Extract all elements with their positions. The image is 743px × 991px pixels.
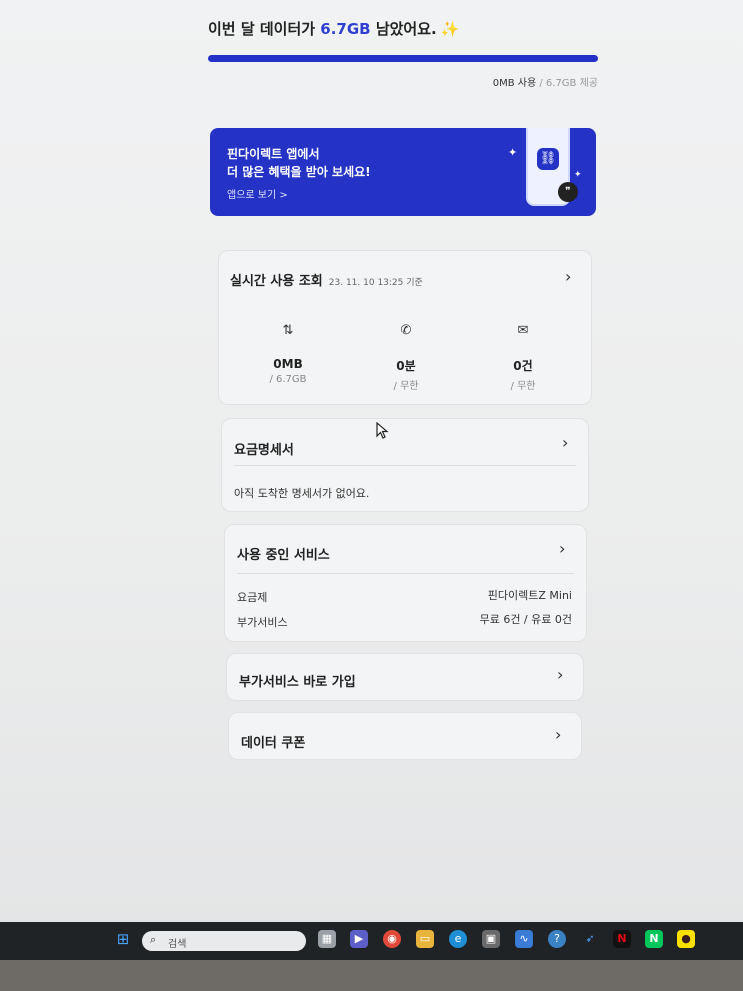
app-promo-banner[interactable]: 핀다이렉트 앱에서 더 많은 혜택을 받아 보세요! 앱으로 보기 > ✦ ⛓ … — [210, 128, 596, 216]
stat-limit: / 무한 — [393, 381, 419, 392]
plan-value: 핀다이렉트Z Mini — [487, 589, 572, 602]
windows-taskbar — [0, 922, 743, 960]
bird-app-icon[interactable]: ➶ — [581, 930, 599, 948]
naver-icon[interactable]: N — [645, 930, 663, 948]
remaining-amount: 6.7GB — [320, 20, 371, 38]
browser-viewport: 이번 달 데이터가 6.7GB 남았어요. ✨ 0MB 사용 / 6.7GB 제공… — [0, 0, 743, 930]
plan-label: 요금제 — [237, 591, 268, 604]
search-placeholder: 검색 — [168, 939, 187, 950]
mail-icon: ✉ — [517, 323, 529, 338]
chrome-icon[interactable]: ◉ — [383, 930, 401, 948]
usage-summary: 0MB 사용 / 6.7GB 제공 — [493, 74, 598, 89]
addon-signup-card[interactable]: 부가서비스 바로 가입 › — [226, 653, 584, 701]
phone-icon: ✆ — [400, 323, 412, 338]
addon-label: 부가서비스 — [237, 616, 288, 629]
stat-messages: ✉ 0건 / 무한 — [478, 323, 568, 392]
desk-surface — [0, 960, 743, 991]
bill-card[interactable]: 요금명세서 › 아직 도착한 명세서가 없어요. — [221, 418, 589, 512]
addon-signup-title: 부가서비스 바로 가입 — [239, 675, 356, 690]
sparkle-icon: ✦ — [574, 170, 582, 180]
meet-icon[interactable]: ▶ — [350, 930, 368, 948]
edge-icon[interactable]: e — [449, 930, 467, 948]
divider — [237, 573, 574, 574]
services-card[interactable]: 사용 중인 서비스 › 요금제 핀다이렉트Z Mini 부가서비스 무료 6건 … — [224, 524, 587, 642]
search-icon: ⌕ — [150, 933, 157, 946]
provided-label: / 6.7GB 제공 — [536, 78, 598, 89]
chevron-right-icon[interactable]: › — [555, 725, 561, 744]
headline-prefix: 이번 달 데이터가 — [208, 20, 321, 38]
chevron-right-icon[interactable]: › — [559, 539, 565, 558]
services-title: 사용 중인 서비스 — [237, 548, 330, 563]
data-remaining-headline: 이번 달 데이터가 6.7GB 남았어요. ✨ — [208, 18, 459, 39]
bill-empty-message: 아직 도착한 명세서가 없어요. — [234, 487, 370, 500]
chevron-right-icon[interactable]: › — [565, 267, 571, 286]
task-view-icon[interactable]: ▦ — [318, 930, 336, 948]
stat-limit: / 6.7GB — [269, 374, 307, 385]
bill-title: 요금명세서 — [234, 443, 294, 458]
realtime-usage-card[interactable]: 실시간 사용 조회 23. 11. 10 13:25 기준 › ⇅ 0MB / 6… — [218, 250, 592, 405]
stat-limit: / 무한 — [510, 381, 536, 392]
realtime-title-text: 실시간 사용 조회 — [230, 274, 323, 289]
stocks-icon[interactable]: ∿ — [515, 930, 533, 948]
headline-suffix: 남았어요. — [370, 20, 437, 38]
open-app-link[interactable]: 앱으로 보기 > — [227, 186, 288, 201]
kakaotalk-icon[interactable]: ● — [677, 930, 695, 948]
banner-line-2: 더 많은 혜택을 받아 보세요! — [227, 165, 371, 179]
link-icon: ⛓ — [537, 148, 559, 170]
data-coupon-title: 데이터 쿠폰 — [241, 736, 306, 751]
netflix-icon[interactable]: N — [613, 930, 631, 948]
realtime-timestamp: 23. 11. 10 13:25 기준 — [328, 278, 423, 288]
addon-value: 무료 6건 / 유료 0건 — [479, 613, 572, 626]
chevron-right-icon[interactable]: › — [562, 433, 568, 452]
used-label: 0MB 사용 — [492, 78, 537, 89]
banner-line-1: 핀다이렉트 앱에서 — [227, 147, 320, 161]
stat-value: 0분 — [396, 359, 416, 373]
taskbar-search-box[interactable]: ⌕ 검색 — [142, 931, 306, 951]
help-icon[interactable]: ? — [548, 930, 566, 948]
divider — [234, 465, 576, 466]
stat-calls: ✆ 0분 / 무한 — [361, 323, 451, 392]
realtime-usage-title: 실시간 사용 조회 23. 11. 10 13:25 기준 — [230, 270, 423, 289]
chat-bubble-icon: ❞ — [558, 182, 578, 202]
file-explorer-icon[interactable]: ▭ — [416, 930, 434, 948]
sparkle-icon: ✦ — [508, 146, 518, 159]
windows-start-icon[interactable]: ⊞ — [114, 930, 132, 948]
store-icon[interactable]: ▣ — [482, 930, 500, 948]
chevron-right-icon[interactable]: › — [557, 665, 563, 684]
data-coupon-card[interactable]: 데이터 쿠폰 › — [228, 712, 582, 760]
stat-data: ⇅ 0MB / 6.7GB — [243, 323, 333, 385]
data-progress-bar — [208, 55, 598, 62]
sparkle-icon: ✨ — [440, 20, 460, 38]
stat-value: 0MB — [273, 357, 303, 371]
stat-value: 0건 — [513, 359, 533, 373]
data-transfer-icon: ⇅ — [282, 323, 294, 338]
